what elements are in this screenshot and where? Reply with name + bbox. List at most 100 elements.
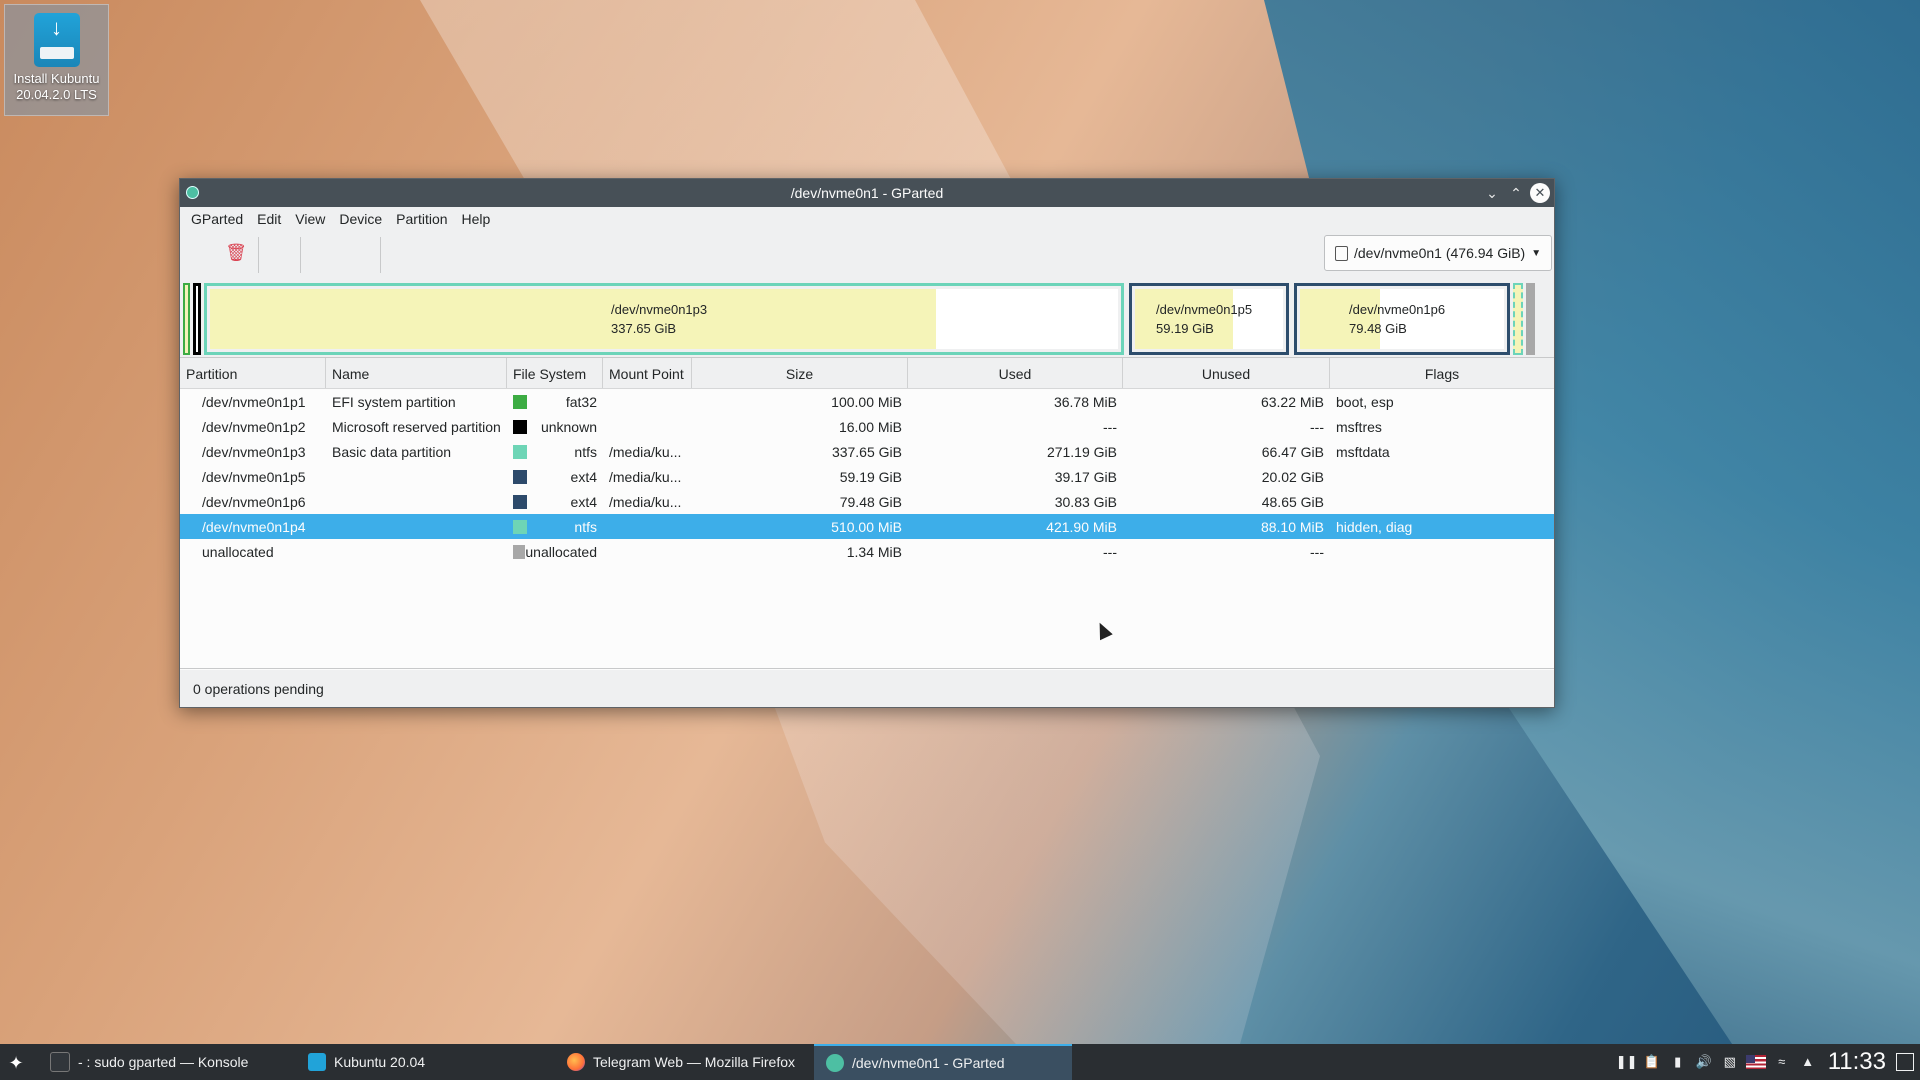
device-selector[interactable]: /dev/nvme0n1 (476.94 GiB) ▼ — [1324, 235, 1552, 271]
partition-map-p2[interactable] — [193, 283, 201, 355]
cell-flags: hidden, diag — [1336, 518, 1413, 535]
filesystem-color-swatch — [513, 544, 526, 559]
partition-map-p4[interactable] — [1513, 283, 1523, 355]
battery-icon[interactable]: ▮ — [1668, 1052, 1688, 1072]
partition-map-p1[interactable] — [183, 283, 190, 355]
desktop-icon-label: Install Kubuntu 20.04.2.0 LTS — [13, 71, 100, 102]
partition-map-label: /dev/nvme0n1p5 59.19 GiB — [1156, 302, 1253, 336]
installer-icon — [308, 1053, 326, 1071]
window-title: /dev/nvme0n1 - GParted — [790, 185, 944, 201]
table-row[interactable]: /dev/nvme0n1p1 EFI system partition fat32 1… — [180, 389, 1554, 414]
task-gparted[interactable]: /dev/nvme0n1 - GParted — [814, 1044, 1072, 1080]
partition-map-p3[interactable]: /dev/nvme0n1p3 337.65 GiB — [204, 283, 1124, 355]
menu-view[interactable]: View — [288, 211, 332, 227]
menubar: GParted Edit View Device Partition Help — [180, 207, 1554, 231]
usb-device-icon[interactable]: ▧ — [1720, 1052, 1740, 1072]
cell-filesystem: unknown — [507, 419, 603, 435]
cell-size: 59.19 GiB — [839, 468, 902, 485]
cell-partition: /dev/nvme0n1p6 — [202, 493, 306, 510]
task-konsole[interactable]: - : sudo gparted — Konsole — [38, 1044, 294, 1080]
column-header-unused[interactable]: Unused — [1123, 358, 1330, 388]
menu-partition[interactable]: Partition — [389, 211, 454, 227]
partition-map-unallocated[interactable] — [1526, 283, 1535, 355]
task-label: Telegram Web — Mozilla Firefox — [593, 1054, 796, 1070]
column-header-partition[interactable]: Partition — [180, 358, 326, 388]
status-text: 0 operations pending — [193, 681, 324, 697]
toolbar-separator — [300, 237, 301, 273]
terminal-icon — [50, 1052, 70, 1072]
filesystem-label: fat32 — [565, 393, 597, 410]
partition-map-p6[interactable]: /dev/nvme0n1p6 79.48 GiB — [1294, 283, 1510, 355]
column-header-flags[interactable]: Flags — [1330, 358, 1554, 388]
cell-used: 36.78 MiB — [1053, 393, 1117, 410]
application-launcher-icon[interactable]: ✦ — [2, 1050, 30, 1076]
task-kubuntu-installer[interactable]: Kubuntu 20.04 — [296, 1044, 552, 1080]
filesystem-color-swatch — [513, 444, 527, 459]
cell-partition: /dev/nvme0n1p1 — [202, 393, 306, 410]
filesystem-label: unknown — [540, 418, 597, 435]
table-row[interactable]: /dev/nvme0n1p2 Microsoft reserved partiti… — [180, 414, 1554, 439]
show-desktop-icon[interactable] — [1896, 1053, 1914, 1071]
filesystem-color-swatch — [513, 494, 527, 509]
filesystem-label: unallocated — [525, 543, 597, 560]
cell-filesystem: unallocated — [507, 544, 603, 560]
filesystem-color-swatch — [513, 469, 527, 484]
filesystem-color-swatch — [513, 519, 527, 534]
table-row[interactable]: /dev/nvme0n1p3 Basic data partition ntfs/m… — [180, 439, 1554, 464]
menu-help[interactable]: Help — [455, 211, 498, 227]
table-body: /dev/nvme0n1p1 EFI system partition fat32 1… — [180, 389, 1554, 564]
cell-filesystem: ntfs — [507, 519, 603, 535]
menu-edit[interactable]: Edit — [250, 211, 288, 227]
partition-map: /dev/nvme0n1p3 337.65 GiB /dev/nvme0n1p5… — [183, 283, 1547, 355]
partition-map-p5[interactable]: /dev/nvme0n1p5 59.19 GiB — [1129, 283, 1289, 355]
cell-filesystem: fat32 — [507, 394, 603, 410]
delete-partition-button[interactable]: 🗑 — [224, 241, 248, 265]
table-row[interactable]: /dev/nvme0n1p6 ext4/media/ku... 79.48 GiB 3… — [180, 489, 1554, 514]
cell-filesystem: ext4 — [507, 469, 603, 485]
partition-map-label: /dev/nvme0n1p6 79.48 GiB — [1349, 302, 1446, 336]
clipboard-icon[interactable]: 📋 — [1642, 1052, 1662, 1072]
filesystem-color-swatch — [513, 419, 527, 434]
filesystem-label: ntfs — [574, 443, 597, 460]
column-header-mountpoint[interactable]: Mount Point — [603, 358, 692, 388]
cell-unused: 48.65 GiB — [1261, 493, 1324, 510]
table-row[interactable]: /dev/nvme0n1p4 ntfs 510.00 MiB 421.90 MiB 88… — [180, 514, 1554, 539]
gparted-window: /dev/nvme0n1 - GParted ⌄ ⌃ ✕ GParted Edi… — [179, 178, 1555, 708]
cell-size: 1.34 MiB — [846, 543, 902, 560]
cell-used: 30.83 GiB — [1054, 493, 1117, 510]
keyboard-layout-flag-icon[interactable] — [1745, 1055, 1766, 1069]
cell-mountpoint: /media/ku... — [609, 493, 682, 510]
chevron-down-icon: ▼ — [1531, 247, 1542, 259]
toolbar-separator — [258, 237, 259, 273]
wifi-icon[interactable]: ≈ — [1772, 1052, 1792, 1072]
cell-used: --- — [1103, 543, 1117, 560]
minimize-icon[interactable]: ⌄ — [1482, 183, 1502, 203]
firefox-icon — [567, 1053, 585, 1071]
media-pause-icon[interactable]: ❚❚ — [1616, 1052, 1638, 1072]
close-icon[interactable]: ✕ — [1530, 183, 1550, 203]
task-firefox[interactable]: Telegram Web — Mozilla Firefox — [555, 1044, 811, 1080]
cell-unused: --- — [1310, 543, 1324, 560]
column-header-used[interactable]: Used — [908, 358, 1123, 388]
cell-partition: unallocated — [202, 543, 274, 560]
chevron-up-icon[interactable]: ▲ — [1798, 1052, 1818, 1072]
volume-icon[interactable]: 🔊 — [1694, 1052, 1714, 1072]
column-header-size[interactable]: Size — [692, 358, 908, 388]
menu-gparted[interactable]: GParted — [184, 211, 250, 227]
free-space-bar — [936, 289, 1118, 349]
table-row[interactable]: /dev/nvme0n1p5 ext4/media/ku... 59.19 GiB 3… — [180, 464, 1554, 489]
desktop-icon-install-kubuntu[interactable]: ↓ Install Kubuntu 20.04.2.0 LTS — [4, 4, 109, 116]
clock[interactable]: 11:33 — [1828, 1048, 1886, 1076]
column-header-name[interactable]: Name — [326, 358, 507, 388]
install-icon: ↓ — [33, 13, 80, 67]
maximize-icon[interactable]: ⌃ — [1506, 183, 1526, 203]
taskbar: ✦ - : sudo gparted — Konsole Kubuntu 20.… — [0, 1044, 1920, 1080]
cell-mountpoint: /media/ku... — [609, 443, 682, 460]
filesystem-label: ext4 — [570, 493, 597, 510]
system-tray: ❚❚ 📋 ▮ 🔊 ▧ ≈ ▲ 11:33 — [1610, 1044, 1920, 1080]
cell-name: EFI system partition — [332, 393, 456, 410]
table-row[interactable]: unallocated unallocated 1.34 MiB --- --- — [180, 539, 1554, 564]
column-header-filesystem[interactable]: File System — [507, 358, 603, 388]
window-titlebar[interactable]: /dev/nvme0n1 - GParted ⌄ ⌃ ✕ — [180, 179, 1554, 207]
menu-device[interactable]: Device — [332, 211, 389, 227]
